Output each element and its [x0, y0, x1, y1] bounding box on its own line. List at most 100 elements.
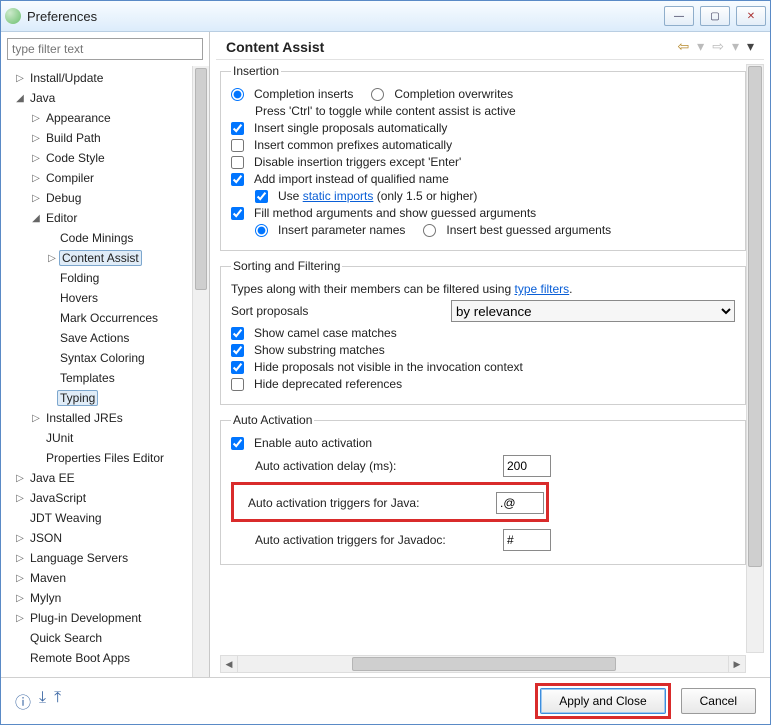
enable-auto-activation-checkbox[interactable]	[231, 437, 244, 450]
forward-icon[interactable]: ⇨	[712, 38, 724, 55]
sorting-legend: Sorting and Filtering	[231, 259, 342, 273]
expand-icon[interactable]: ▷	[13, 613, 27, 624]
scroll-left-icon[interactable]: ◀	[221, 656, 238, 672]
tree-item[interactable]: Install/Update	[27, 71, 106, 85]
expand-icon[interactable]: ▷	[13, 473, 27, 484]
camel-case-checkbox[interactable]	[231, 327, 244, 340]
static-imports-link[interactable]: static imports	[303, 189, 374, 203]
window-title: Preferences	[27, 9, 664, 24]
tree-item[interactable]: JavaScript	[27, 491, 89, 505]
tree-item[interactable]: Compiler	[43, 171, 97, 185]
expand-icon[interactable]: ▷	[13, 533, 27, 544]
expand-icon[interactable]: ▷	[13, 553, 27, 564]
maximize-button[interactable]: ▢	[700, 6, 730, 26]
enable-auto-activation-label: Enable auto activation	[254, 436, 372, 450]
tree-item[interactable]: Plug-in Development	[27, 611, 144, 625]
hide-not-visible-checkbox[interactable]	[231, 361, 244, 374]
apply-and-close-button[interactable]: Apply and Close	[540, 688, 665, 714]
completion-overwrites-radio[interactable]	[371, 88, 384, 101]
collapse-icon[interactable]: ◢	[29, 213, 43, 224]
expand-icon[interactable]: ▷	[29, 173, 43, 184]
minimize-button[interactable]: —	[664, 6, 694, 26]
close-button[interactable]: ✕	[736, 6, 766, 26]
tree-item[interactable]: Language Servers	[27, 551, 131, 565]
tree-item[interactable]: Editor	[43, 211, 80, 225]
back-icon[interactable]: ⇦	[677, 38, 689, 55]
disable-triggers-checkbox[interactable]	[231, 156, 244, 169]
tree-item[interactable]: Quick Search	[27, 631, 105, 645]
expand-icon[interactable]: ▷	[13, 493, 27, 504]
hide-deprecated-checkbox[interactable]	[231, 378, 244, 391]
expand-icon[interactable]: ▷	[29, 113, 43, 124]
sort-proposals-select[interactable]: by relevance	[451, 300, 735, 322]
insert-common-checkbox[interactable]	[231, 139, 244, 152]
titlebar[interactable]: Preferences — ▢ ✕	[1, 1, 770, 32]
menu-icon[interactable]: ▾	[747, 38, 754, 55]
substring-checkbox[interactable]	[231, 344, 244, 357]
insert-best-guess-radio[interactable]	[423, 224, 436, 237]
expand-icon[interactable]: ▷	[45, 253, 59, 264]
export-icon[interactable]: ⤒	[54, 689, 61, 713]
triggers-java-input[interactable]	[496, 492, 544, 514]
triggers-javadoc-label: Auto activation triggers for Javadoc:	[255, 533, 495, 547]
window-buttons: — ▢ ✕	[664, 6, 766, 26]
expand-icon[interactable]: ▷	[13, 573, 27, 584]
insert-single-label: Insert single proposals automatically	[254, 121, 447, 135]
tree-item[interactable]: Save Actions	[57, 331, 132, 345]
tree-item[interactable]: Folding	[57, 271, 102, 285]
expand-icon[interactable]: ▷	[29, 133, 43, 144]
tree-item[interactable]: Code Style	[43, 151, 108, 165]
tree-item[interactable]: JSON	[27, 531, 65, 545]
completion-inserts-label: Completion inserts	[254, 87, 353, 101]
type-filters-link[interactable]: type filters	[514, 282, 569, 296]
tree-item[interactable]: Code Minings	[57, 231, 136, 245]
camel-case-label: Show camel case matches	[254, 326, 397, 340]
cancel-button[interactable]: Cancel	[681, 688, 756, 714]
tree-item[interactable]: Maven	[27, 571, 69, 585]
tree-item[interactable]: Hovers	[57, 291, 101, 305]
tree-item[interactable]: Properties Files Editor	[43, 451, 167, 465]
use-static-imports-checkbox[interactable]	[255, 190, 268, 203]
import-icon[interactable]: ⤓	[39, 689, 46, 713]
expand-icon[interactable]: ▷	[29, 193, 43, 204]
tree-item[interactable]: Typing	[57, 390, 98, 406]
insert-single-checkbox[interactable]	[231, 122, 244, 135]
expand-icon[interactable]: ▷	[13, 73, 27, 84]
expand-icon[interactable]: ▷	[29, 413, 43, 424]
sort-proposals-label: Sort proposals	[231, 304, 451, 318]
tree-item[interactable]: Java	[27, 91, 58, 105]
tree-item[interactable]: Debug	[43, 191, 84, 205]
completion-inserts-radio[interactable]	[231, 88, 244, 101]
tree-item[interactable]: JDT Weaving	[27, 511, 105, 525]
tree-item[interactable]: Installed JREs	[43, 411, 126, 425]
tree-item[interactable]: Build Path	[43, 131, 104, 145]
tree-item[interactable]: JUnit	[43, 431, 76, 445]
footer: ⓘ ⤓ ⤒ Apply and Close Cancel	[1, 677, 770, 724]
triggers-javadoc-input[interactable]	[503, 529, 551, 551]
tree-item-selected[interactable]: Content Assist	[59, 250, 142, 266]
help-icon[interactable]: ⓘ	[15, 689, 31, 713]
fill-method-args-checkbox[interactable]	[231, 207, 244, 220]
tree-item[interactable]: Appearance	[43, 111, 114, 125]
add-import-label: Add import instead of qualified name	[254, 172, 449, 186]
tree-scrollbar[interactable]	[192, 66, 209, 677]
delay-input[interactable]	[503, 455, 551, 477]
tree-item[interactable]: Mark Occurrences	[57, 311, 161, 325]
expand-icon[interactable]: ▷	[29, 153, 43, 164]
content-scrollbar-vertical[interactable]	[746, 64, 764, 653]
insert-param-names-radio[interactable]	[255, 224, 268, 237]
content-scrollbar-horizontal[interactable]: ◀ ▶	[220, 655, 746, 673]
tree-item[interactable]: Mylyn	[27, 591, 64, 605]
tree-item[interactable]: Java EE	[27, 471, 78, 485]
add-import-checkbox[interactable]	[231, 173, 244, 186]
tree-item[interactable]: Syntax Coloring	[57, 351, 148, 365]
tree-item[interactable]: Templates	[57, 371, 118, 385]
scroll-right-icon[interactable]: ▶	[728, 656, 745, 672]
preference-tree[interactable]: ▷Install/Update ◢Java ▷Appearance ▷Build…	[1, 66, 209, 677]
fill-method-args-label: Fill method arguments and show guessed a…	[254, 206, 536, 220]
collapse-icon[interactable]: ◢	[13, 93, 27, 104]
tree-item[interactable]: Remote Boot Apps	[27, 651, 133, 665]
expand-icon[interactable]: ▷	[13, 593, 27, 604]
filter-input[interactable]	[7, 38, 203, 60]
app-icon	[5, 8, 21, 24]
